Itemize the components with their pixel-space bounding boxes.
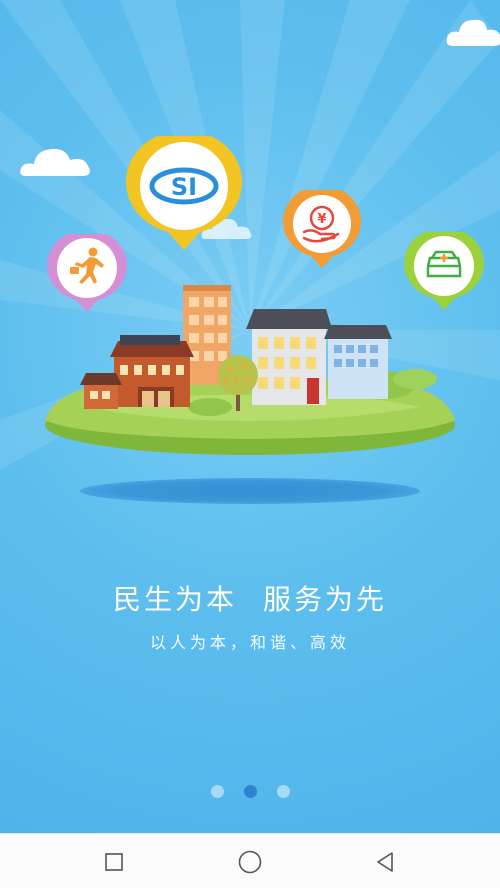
finance-pin[interactable]: ¥: [282, 190, 362, 270]
home-button[interactable]: [232, 844, 268, 880]
island-shadow: [80, 478, 420, 504]
social-security-pin[interactable]: SI: [124, 136, 244, 252]
home-circle-icon: [238, 850, 262, 874]
back-button[interactable]: [368, 844, 404, 880]
page-dot-2[interactable]: [243, 785, 257, 798]
cloud-icon: [20, 148, 91, 176]
cloud-icon: [446, 19, 500, 46]
svg-text:SI: SI: [171, 173, 197, 201]
recents-button[interactable]: [96, 844, 132, 880]
svg-text:¥: ¥: [317, 212, 326, 227]
page-dot-3[interactable]: [276, 785, 290, 798]
slogan-left: 民生为本: [112, 583, 237, 616]
recents-square-icon: [105, 853, 123, 871]
system-navigation-bar: [0, 833, 500, 888]
back-triangle-icon: [377, 852, 393, 872]
city-island-illustration: [45, 285, 455, 455]
page-dot-1[interactable]: [210, 785, 224, 798]
screen: SI ¥ 民生为本 服务为先 以人为本，和谐、高效: [0, 0, 500, 888]
slogan: 民生为本 服务为先: [0, 578, 500, 618]
splash-screen[interactable]: SI ¥ 民生为本 服务为先 以人为本，和谐、高效: [0, 0, 500, 833]
page-indicator: [0, 785, 500, 799]
subtitle: 以人为本，和谐、高效: [149, 633, 350, 652]
slogan-right: 服务为先: [263, 583, 388, 616]
